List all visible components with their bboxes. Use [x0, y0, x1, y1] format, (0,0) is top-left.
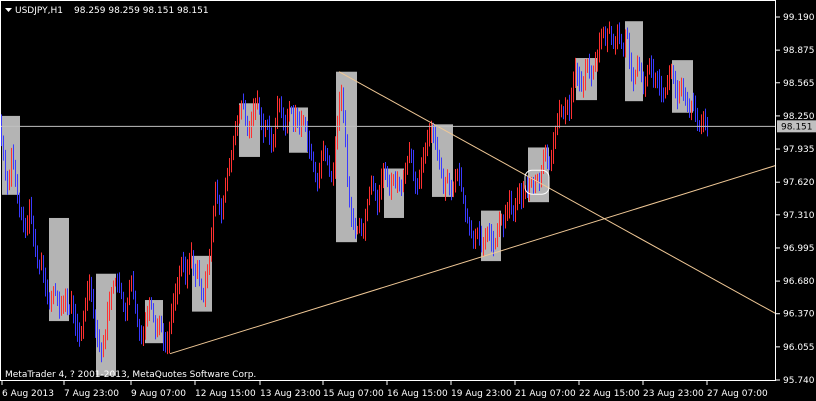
- symbol-label: USDJPY,H1: [15, 6, 63, 16]
- x-tick-label: 9 Aug 07:00: [131, 389, 186, 399]
- x-tick-label: 27 Aug 07:00: [707, 389, 768, 399]
- y-tick-label: 99.190: [783, 13, 815, 23]
- current-price-tag: 98.151: [777, 120, 816, 132]
- x-tick-label: 6 Aug 2013: [2, 389, 54, 399]
- x-tick-label: 21 Aug 07:00: [515, 389, 576, 399]
- y-tick-label: 98.565: [783, 79, 815, 89]
- x-tick-label: 7 Aug 23:00: [64, 389, 119, 399]
- x-tick-label: 19 Aug 23:00: [451, 389, 512, 399]
- copyright-text: MetaTrader 4, ? 2001-2013, MetaQuotes So…: [5, 370, 256, 380]
- y-tick-label: 96.995: [783, 244, 815, 254]
- trendline[interactable]: [338, 71, 777, 315]
- y-tick-label: 96.680: [783, 277, 815, 287]
- y-tick-label: 96.370: [783, 310, 815, 320]
- triangle-down-icon[interactable]: [5, 8, 12, 12]
- svg-text:98.151: 98.151: [781, 122, 813, 132]
- y-tick-label: 95.740: [783, 376, 815, 386]
- price-chart[interactable]: 99.19098.87598.56598.25097.93597.62097.3…: [0, 0, 816, 401]
- x-tick-label: 13 Aug 23:00: [260, 389, 321, 399]
- y-tick-label: 96.055: [783, 343, 815, 353]
- x-tick-label: 22 Aug 15:00: [579, 389, 640, 399]
- y-tick-label: 97.310: [783, 211, 815, 221]
- trendline[interactable]: [169, 164, 777, 355]
- y-tick-label: 98.875: [783, 46, 815, 56]
- price-axis[interactable]: 99.19098.87598.56598.25097.93597.62097.3…: [776, 13, 815, 386]
- x-tick-label: 12 Aug 15:00: [195, 389, 256, 399]
- x-tick-label: 16 Aug 15:00: [387, 389, 448, 399]
- y-tick-label: 97.935: [783, 145, 815, 155]
- time-axis[interactable]: 6 Aug 2013 7 Aug 23:00 9 Aug 07:00 12 Aug 1…: [1, 380, 768, 399]
- y-tick-label: 97.620: [783, 178, 815, 188]
- x-tick-label: 15 Aug 07:00: [323, 389, 384, 399]
- x-tick-label: 23 Aug 23:00: [643, 389, 704, 399]
- ohlc-values: 98.259 98.259 98.151 98.151: [74, 6, 209, 16]
- trendlines[interactable]: [169, 71, 777, 355]
